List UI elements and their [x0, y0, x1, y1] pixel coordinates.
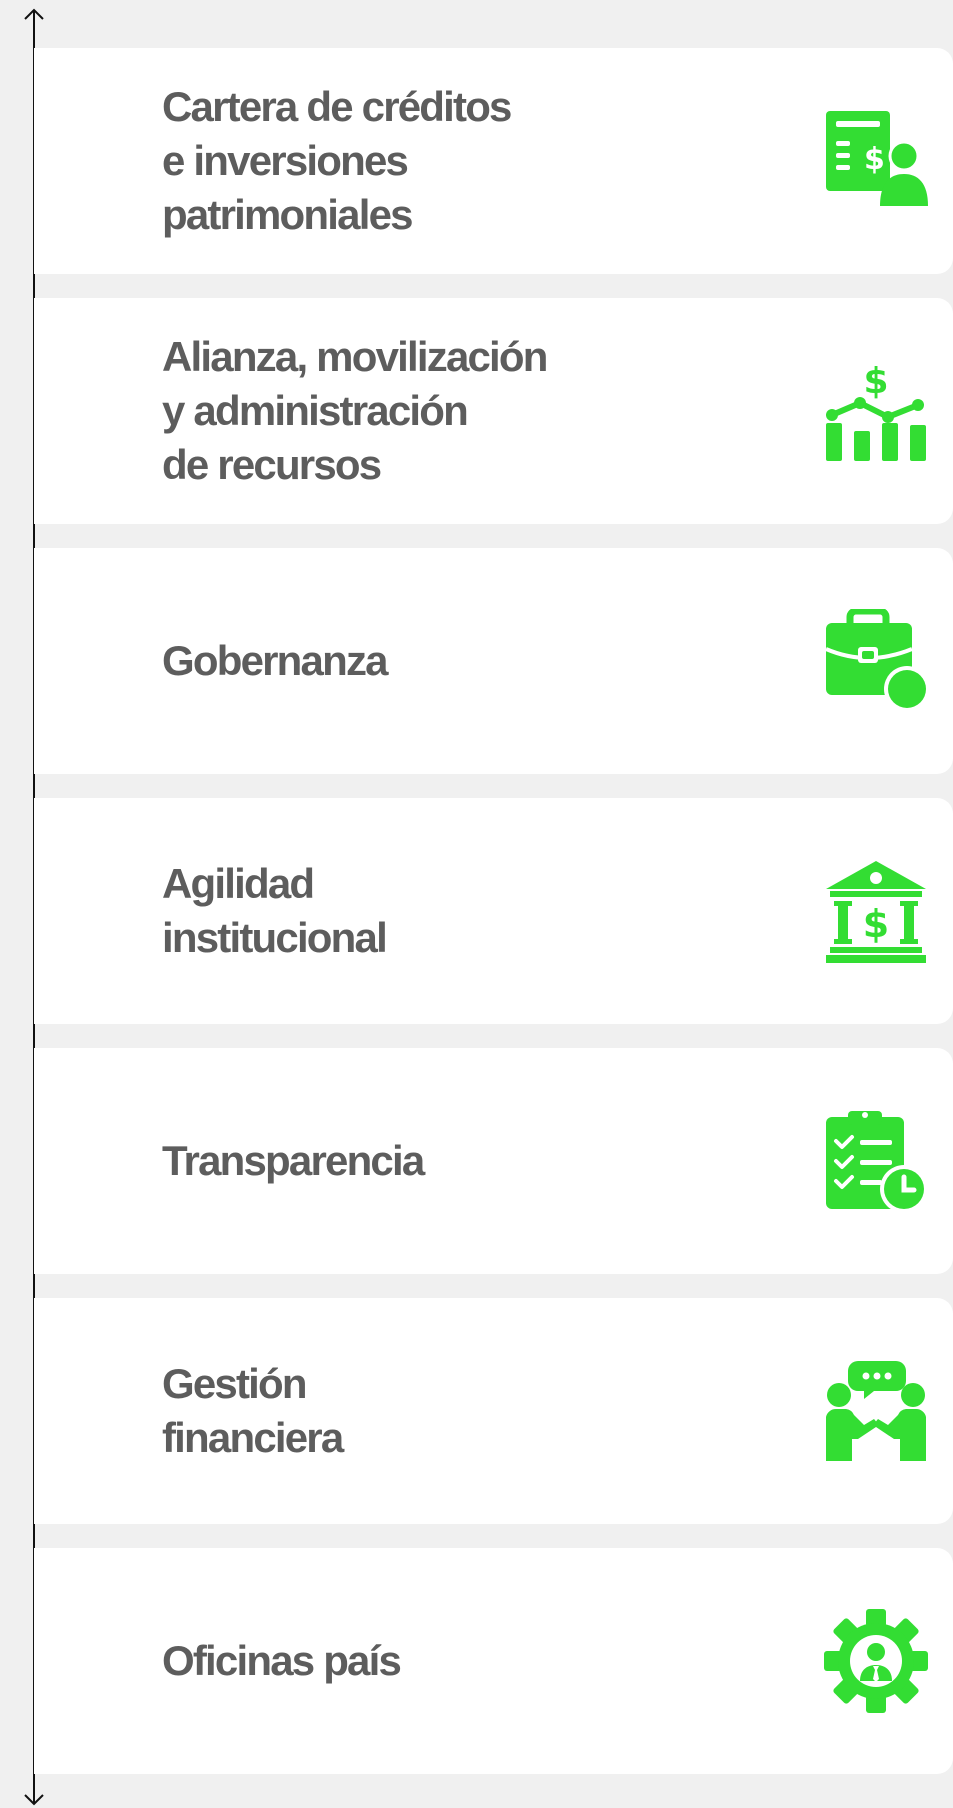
credit-portfolio-icon: $: [824, 109, 928, 213]
svg-text:$: $: [863, 361, 888, 402]
gear-person-icon: [824, 1609, 928, 1713]
card-oficinas-pais[interactable]: Oficinas país: [34, 1548, 953, 1774]
card-title: Oficinas país: [162, 1637, 402, 1684]
card-gestion-financiera[interactable]: Gestión financiera: [34, 1298, 953, 1524]
card-agilidad-institucional[interactable]: Agilidad institucional $: [34, 798, 953, 1024]
handshake-conversation-icon: [824, 1359, 928, 1463]
card-cartera-de-creditos[interactable]: Cartera de créditos e inversiones patrim…: [34, 48, 953, 274]
card-transparencia[interactable]: Transparencia: [34, 1048, 953, 1274]
card-title: Agilidad institucional: [162, 860, 388, 961]
bank-building-icon: $: [824, 859, 928, 963]
card-title: Cartera de créditos e inversiones patrim…: [162, 83, 512, 238]
briefcase-icon: [824, 609, 928, 713]
svg-text:$: $: [864, 142, 885, 177]
card-title: Alianza, movilización y administración d…: [162, 333, 548, 488]
card-title: Transparencia: [162, 1137, 425, 1184]
clipboard-checklist-clock-icon: [824, 1109, 928, 1213]
card-title: Gobernanza: [162, 637, 389, 684]
growth-chart-dollar-icon: $: [824, 359, 928, 463]
card-gobernanza[interactable]: Gobernanza: [34, 548, 953, 774]
card-title: Gestión financiera: [162, 1360, 344, 1461]
card-alianza-movilizacion[interactable]: Alianza, movilización y administración d…: [34, 298, 953, 524]
svg-text:$: $: [863, 902, 889, 946]
